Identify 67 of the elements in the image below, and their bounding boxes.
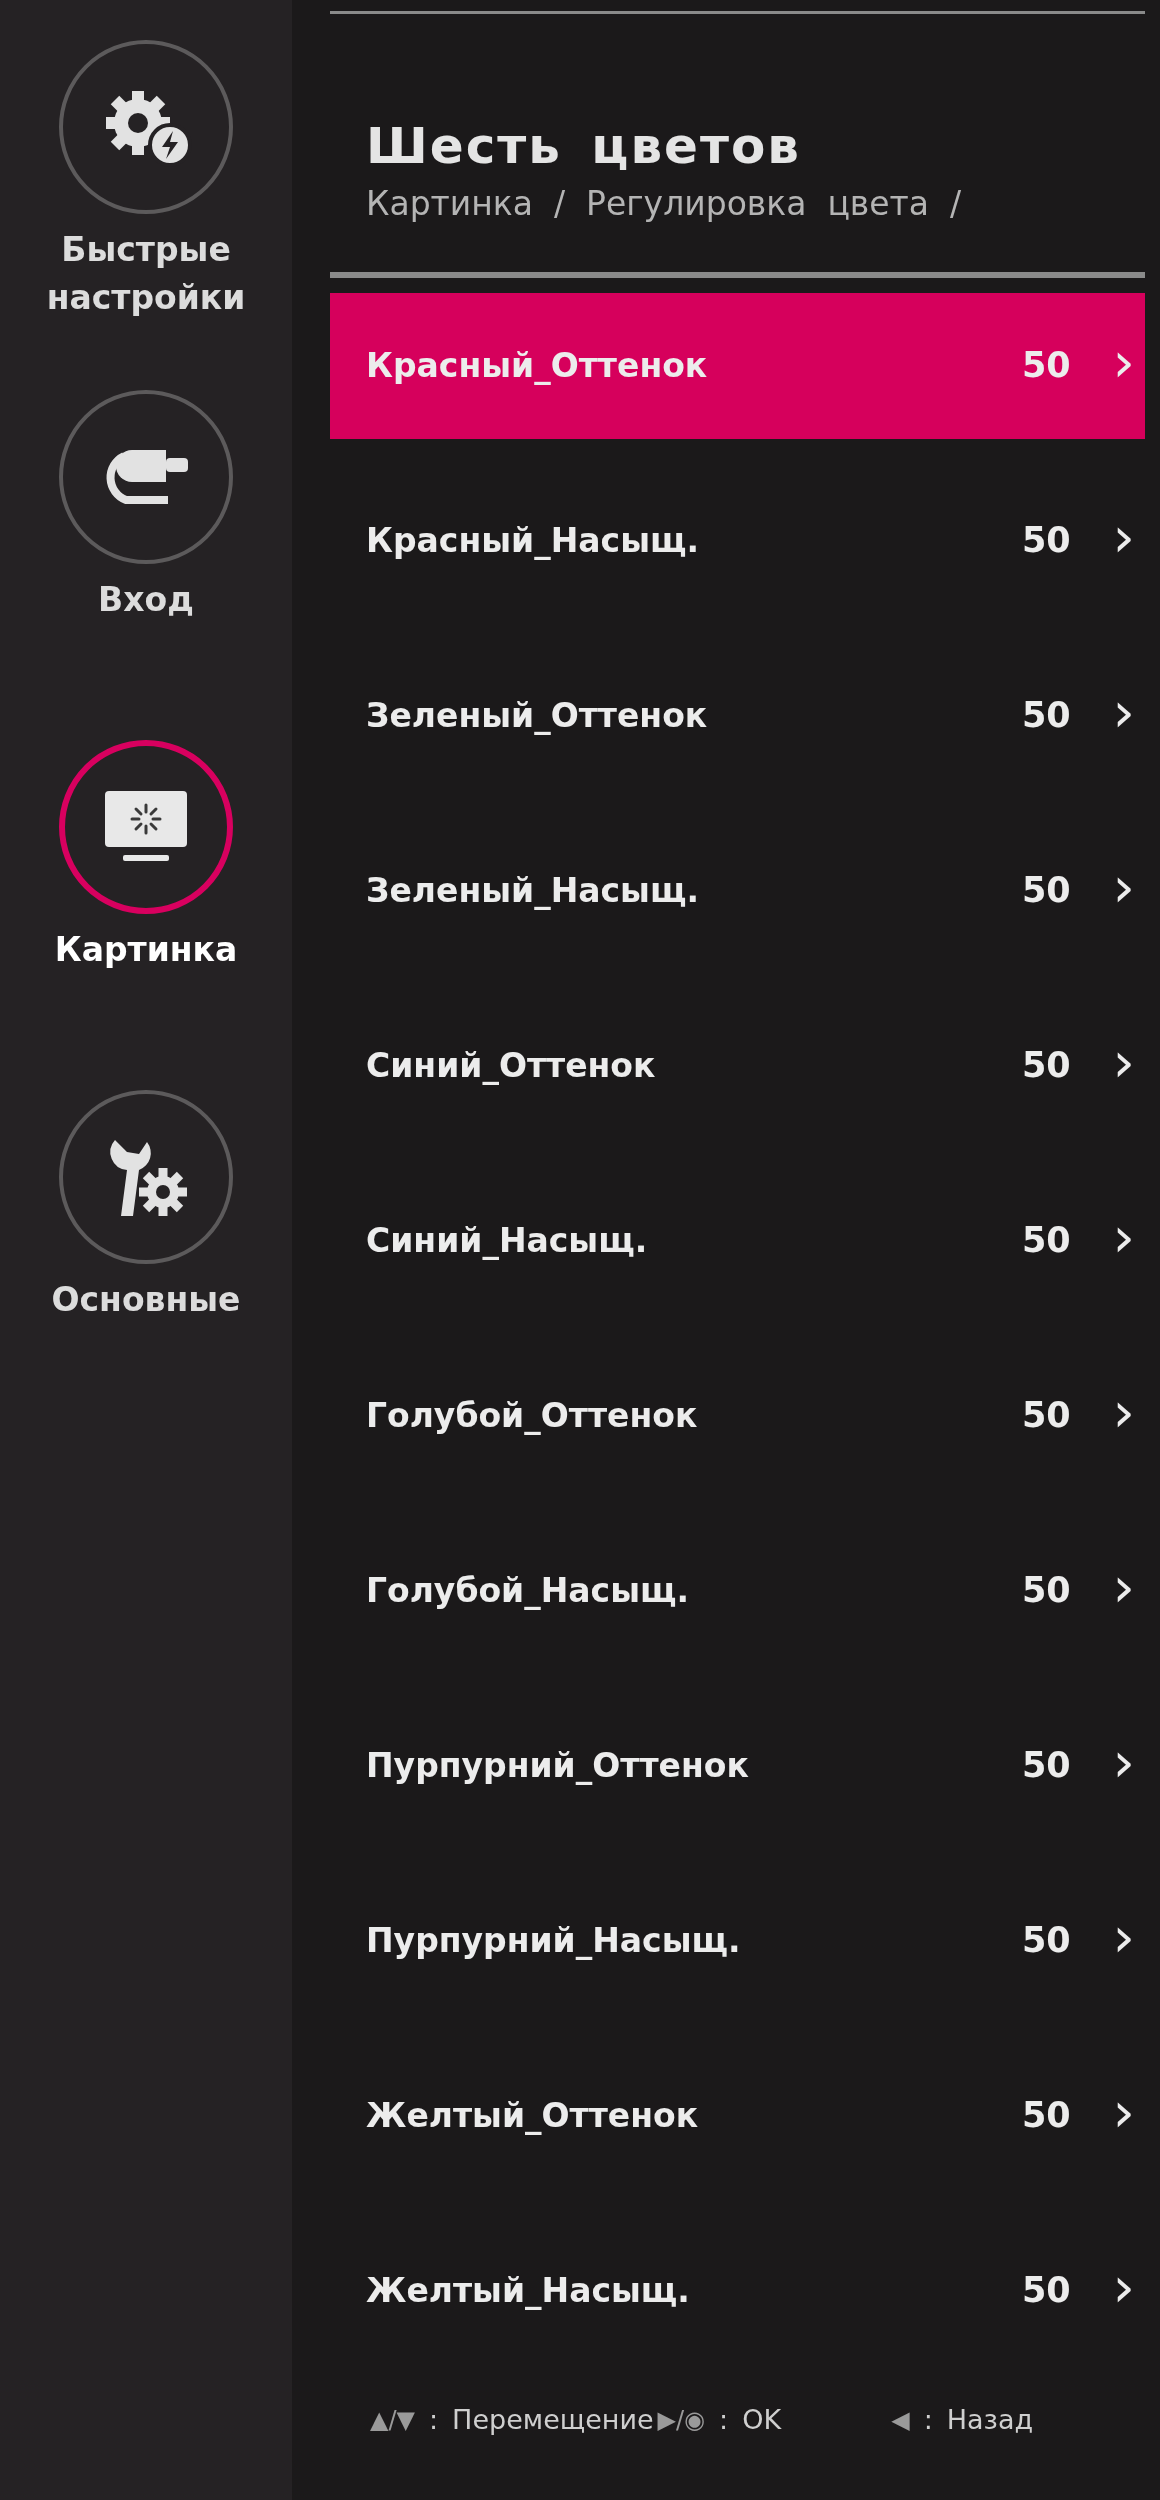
menu-row[interactable]: Синий_Насыщ. 50 › <box>330 1167 1145 1314</box>
chevron-icon: › <box>1112 2083 1135 2140</box>
chevron-icon: › <box>1112 1033 1135 1090</box>
menu-row[interactable]: Пурпурний_Оттенок 50 › <box>330 1692 1145 1839</box>
row-label: Желтый_Оттенок <box>366 2094 700 2137</box>
menu-row[interactable]: Желтый_Оттенок 50 › <box>330 2042 1145 2189</box>
chevron-icon: › <box>1112 1208 1135 1265</box>
menu-icon-button[interactable] <box>59 390 233 564</box>
row-value: 50 <box>1021 694 1071 738</box>
hint-label: OK <box>742 2402 782 2437</box>
menu-label: Вход <box>97 579 195 621</box>
row-label: Пурпурний_Оттенок <box>366 1744 750 1787</box>
chevron-icon: › <box>1112 333 1135 390</box>
row-value: 50 <box>1021 1919 1071 1963</box>
menu-row[interactable]: Пурпурний_Насыщ. 50 › <box>330 1867 1145 2014</box>
hint-label: Назад <box>946 2402 1034 2437</box>
chevron-icon: › <box>1112 1908 1135 1965</box>
menu-icon-button[interactable] <box>59 1090 233 1264</box>
key-hint-icon: ▶/◉ <box>657 2402 706 2438</box>
menu-label: Быстрые настройки <box>45 229 247 319</box>
row-value: 50 <box>1021 1569 1071 1613</box>
separator-text: : <box>923 2402 933 2437</box>
separator-text: : <box>719 2402 729 2437</box>
chevron-icon: › <box>1112 858 1135 915</box>
chevron-icon: › <box>1112 508 1135 565</box>
menu-icon-button[interactable] <box>59 740 233 914</box>
separator-text: : <box>429 2402 439 2437</box>
row-label: Синий_Оттенок <box>366 1044 657 1087</box>
menu-icon-button[interactable] <box>59 40 233 214</box>
menu-row[interactable]: Красный_Оттенок 50 › <box>330 292 1145 439</box>
row-label: Синий_Насыщ. <box>366 1219 649 1262</box>
chevron-icon: › <box>1112 1383 1135 1440</box>
menu-row[interactable]: Желтый_Насыщ. 50 › <box>330 2217 1145 2364</box>
row-value: 50 <box>1021 1219 1071 1263</box>
page-title: Шесть цветов <box>365 116 802 177</box>
row-label: Голубой_Оттенок <box>366 1394 699 1437</box>
menu-label: Картинка <box>53 929 239 971</box>
chevron-icon: › <box>1112 1558 1135 1615</box>
row-value: 50 <box>1021 1044 1071 1088</box>
chevron-icon: › <box>1112 2258 1135 2315</box>
breadcrumb: Картинка / Регулировка цвета / <box>365 183 963 225</box>
chevron-icon: › <box>1112 683 1135 740</box>
row-value: 50 <box>1021 2094 1071 2138</box>
menu-label: Основные <box>50 1279 242 1321</box>
row-value: 50 <box>1021 869 1071 913</box>
row-label: Голубой_Насыщ. <box>366 1569 691 1612</box>
row-value: 50 <box>1021 1744 1071 1788</box>
menu-row[interactable]: Голубой_Оттенок 50 › <box>330 1342 1145 1489</box>
chevron-icon: › <box>1112 1733 1135 1790</box>
menu-row[interactable]: Красный_Насыщ. 50 › <box>330 467 1145 614</box>
menu-row[interactable]: Голубой_Насыщ. 50 › <box>330 1517 1145 1664</box>
key-hint-icon: ▲/▼ <box>370 2402 415 2438</box>
row-value: 50 <box>1021 2269 1071 2313</box>
hint-label: Перемещение <box>452 2402 654 2437</box>
menu-row[interactable]: Зеленый_Насыщ. 50 › <box>330 817 1145 964</box>
row-label: Зеленый_Насыщ. <box>366 869 700 912</box>
row-label: Красный_Насыщ. <box>366 519 700 562</box>
row-label: Зеленый_Оттенок <box>366 694 709 737</box>
row-value: 50 <box>1021 1394 1071 1438</box>
row-label: Пурпурний_Насыщ. <box>366 1919 742 1962</box>
menu-row[interactable]: Синий_Оттенок 50 › <box>330 992 1145 1139</box>
key-hint-icon: ◀ <box>891 2402 910 2438</box>
row-label: Красный_Оттенок <box>366 344 709 387</box>
menu-row[interactable]: Зеленый_Оттенок 50 › <box>330 642 1145 789</box>
row-value: 50 <box>1021 519 1071 563</box>
row-label: Желтый_Насыщ. <box>366 2269 691 2312</box>
row-value: 50 <box>1021 344 1071 388</box>
